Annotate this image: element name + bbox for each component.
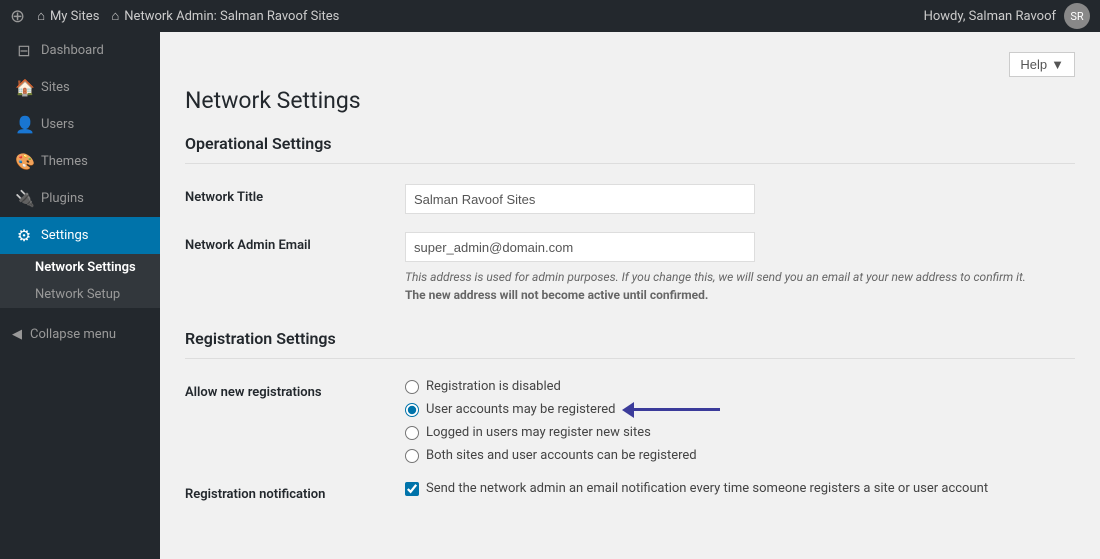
sites-icon: 🏠 — [15, 78, 33, 97]
settings-icon: ⚙ — [15, 226, 33, 245]
admin-bar: ⊕ ⌂ My Sites ⌂ Network Admin: Salman Rav… — [0, 0, 1100, 32]
network-admin-email-input[interactable] — [405, 232, 755, 262]
network-admin-email-row: Network Admin Email This address is used… — [185, 232, 1075, 304]
arrow-line — [630, 408, 720, 411]
avatar[interactable]: SR — [1064, 3, 1090, 29]
allow-new-registrations-field: Registration is disabled User accounts m… — [405, 379, 1075, 463]
sidebar-item-sites[interactable]: 🏠 Sites — [0, 69, 160, 106]
registration-notification-label: Registration notification — [185, 481, 405, 502]
radio-item-both[interactable]: Both sites and user accounts can be regi… — [405, 448, 1075, 463]
layout: ⊟ Dashboard 🏠 Sites 👤 Users 🎨 Themes 🔌 P… — [0, 32, 1100, 559]
page-title: Network Settings — [185, 87, 1075, 114]
help-bar: Help ▼ — [185, 52, 1075, 77]
network-title-label: Network Title — [185, 184, 405, 205]
dashboard-icon: ⊟ — [15, 41, 33, 60]
collapse-icon: ◀ — [12, 327, 22, 342]
home-icon: ⌂ — [37, 8, 45, 24]
admin-bar-right: Howdy, Salman Ravoof SR — [924, 3, 1090, 29]
registration-notification-checkbox-label[interactable]: Send the network admin an email notifica… — [405, 481, 1075, 496]
users-icon: 👤 — [15, 115, 33, 134]
network-admin-email-label: Network Admin Email — [185, 232, 405, 253]
themes-icon: 🎨 — [15, 152, 33, 171]
registration-notification-row: Registration notification Send the netwo… — [185, 481, 1075, 502]
registration-settings-title: Registration Settings — [185, 329, 1075, 359]
network-icon: ⌂ — [111, 8, 119, 24]
network-admin-email-description: This address is used for admin purposes.… — [405, 268, 1045, 304]
allow-new-registrations-label: Allow new registrations — [185, 379, 405, 400]
howdy-text: Howdy, Salman Ravoof — [924, 9, 1056, 24]
radio-item-user-accounts[interactable]: User accounts may be registered — [405, 402, 1075, 417]
sidebar-item-dashboard[interactable]: ⊟ Dashboard — [0, 32, 160, 69]
main-content: Help ▼ Network Settings Operational Sett… — [160, 32, 1100, 559]
sidebar-item-users[interactable]: 👤 Users — [0, 106, 160, 143]
allow-new-registrations-row: Allow new registrations Registration is … — [185, 379, 1075, 463]
sidebar-item-themes[interactable]: 🎨 Themes — [0, 143, 160, 180]
operational-settings-title: Operational Settings — [185, 134, 1075, 164]
sidebar: ⊟ Dashboard 🏠 Sites 👤 Users 🎨 Themes 🔌 P… — [0, 32, 160, 559]
sidebar-sub-item-network-setup[interactable]: Network Setup — [0, 281, 160, 308]
network-admin-link[interactable]: ⌂ Network Admin: Salman Ravoof Sites — [111, 8, 339, 24]
sidebar-sub-item-network-settings[interactable]: Network Settings — [0, 254, 160, 281]
registration-radio-group: Registration is disabled User accounts m… — [405, 379, 1075, 463]
plugins-icon: 🔌 — [15, 189, 33, 208]
network-title-field — [405, 184, 1075, 214]
sidebar-submenu: Network Settings Network Setup — [0, 254, 160, 308]
my-sites-menu[interactable]: ⌂ My Sites — [37, 8, 99, 24]
help-chevron-icon: ▼ — [1051, 57, 1064, 72]
collapse-menu-button[interactable]: ◀ Collapse menu — [0, 318, 160, 351]
radio-user-accounts[interactable] — [405, 403, 419, 417]
network-admin-email-field: This address is used for admin purposes.… — [405, 232, 1075, 304]
help-button[interactable]: Help ▼ — [1009, 52, 1075, 77]
network-title-input[interactable] — [405, 184, 755, 214]
operational-settings-section: Operational Settings Network Title Netwo… — [185, 134, 1075, 304]
registration-notification-checkbox[interactable] — [405, 482, 419, 496]
radio-disabled[interactable] — [405, 380, 419, 394]
wp-logo-icon[interactable]: ⊕ — [10, 6, 25, 27]
sidebar-item-settings[interactable]: ⚙ Settings — [0, 217, 160, 254]
radio-item-logged-in-sites[interactable]: Logged in users may register new sites — [405, 425, 1075, 440]
radio-both[interactable] — [405, 449, 419, 463]
network-title-row: Network Title — [185, 184, 1075, 214]
radio-logged-in-sites[interactable] — [405, 426, 419, 440]
radio-item-disabled[interactable]: Registration is disabled — [405, 379, 1075, 394]
registration-notification-field: Send the network admin an email notifica… — [405, 481, 1075, 496]
arrow-annotation — [622, 408, 720, 411]
sidebar-item-plugins[interactable]: 🔌 Plugins — [0, 180, 160, 217]
registration-settings-section: Registration Settings Allow new registra… — [185, 329, 1075, 502]
